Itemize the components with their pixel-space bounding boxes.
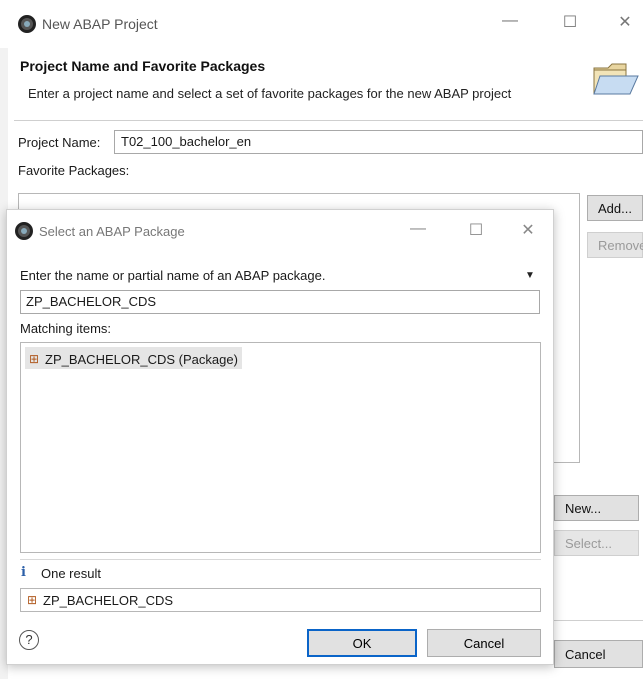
banner-description: Enter a project name and select a set of… [28,86,512,101]
dialog-close-button[interactable]: ✕ [513,220,543,240]
minimize-button[interactable]: — [495,12,525,30]
result-count-text: One result [41,566,101,581]
package-icon: ⊞ [29,352,40,366]
new-button[interactable]: New... [554,495,639,521]
history-dropdown-icon[interactable]: ▼ [525,270,535,281]
favorite-packages-label: Favorite Packages: [18,163,130,178]
dialog-maximize-button[interactable]: ☐ [461,220,491,240]
eclipse-app-icon [18,15,36,33]
package-search-prompt: Enter the name or partial name of an ABA… [20,268,326,283]
main-window-title: New ABAP Project [42,16,158,32]
select-button[interactable]: Select... [554,530,639,556]
main-cancel-button[interactable]: Cancel [554,640,643,668]
project-name-input[interactable]: T02_100_bachelor_en [114,130,643,154]
info-icon: i [21,565,26,580]
matching-items-label: Matching items: [20,321,112,336]
package-search-input[interactable]: ZP_BACHELOR_CDS [20,290,540,314]
dialog-cancel-button[interactable]: Cancel [427,629,541,657]
ok-button[interactable]: OK [307,629,417,657]
folder-icon [593,63,639,95]
new-abap-project-window: New ABAP Project — ☐ ✕ Project Name and … [0,0,643,679]
selected-result-label: ZP_BACHELOR_CDS [43,592,174,608]
help-icon[interactable]: ? [19,630,39,650]
footer-divider [554,620,643,621]
matching-items-list[interactable]: ⊞ ZP_BACHELOR_CDS (Package) [20,342,541,553]
selected-result-field: ⊞ ZP_BACHELOR_CDS [20,588,541,612]
banner-divider [14,120,643,121]
add-button[interactable]: Add... [587,195,643,221]
banner-title: Project Name and Favorite Packages [20,58,266,74]
eclipse-app-icon [15,222,33,240]
project-name-label: Project Name: [18,135,101,150]
dialog-minimize-button[interactable]: — [403,220,433,238]
maximize-button[interactable]: ☐ [555,12,585,32]
select-abap-package-dialog: Select an ABAP Package — ☐ ✕ Enter the n… [6,209,554,665]
dialog-title: Select an ABAP Package [39,224,185,239]
dialog-divider [20,559,541,560]
main-titlebar: New ABAP Project — ☐ ✕ [0,0,643,48]
remove-button[interactable]: Remove [587,232,643,258]
list-item[interactable]: ⊞ ZP_BACHELOR_CDS (Package) [25,347,242,369]
dialog-titlebar: Select an ABAP Package — ☐ ✕ [7,210,553,252]
list-item-label: ZP_BACHELOR_CDS (Package) [45,351,238,367]
wizard-banner: Project Name and Favorite Packages Enter… [14,50,643,116]
package-icon: ⊞ [27,593,38,607]
close-button[interactable]: ✕ [610,12,640,32]
